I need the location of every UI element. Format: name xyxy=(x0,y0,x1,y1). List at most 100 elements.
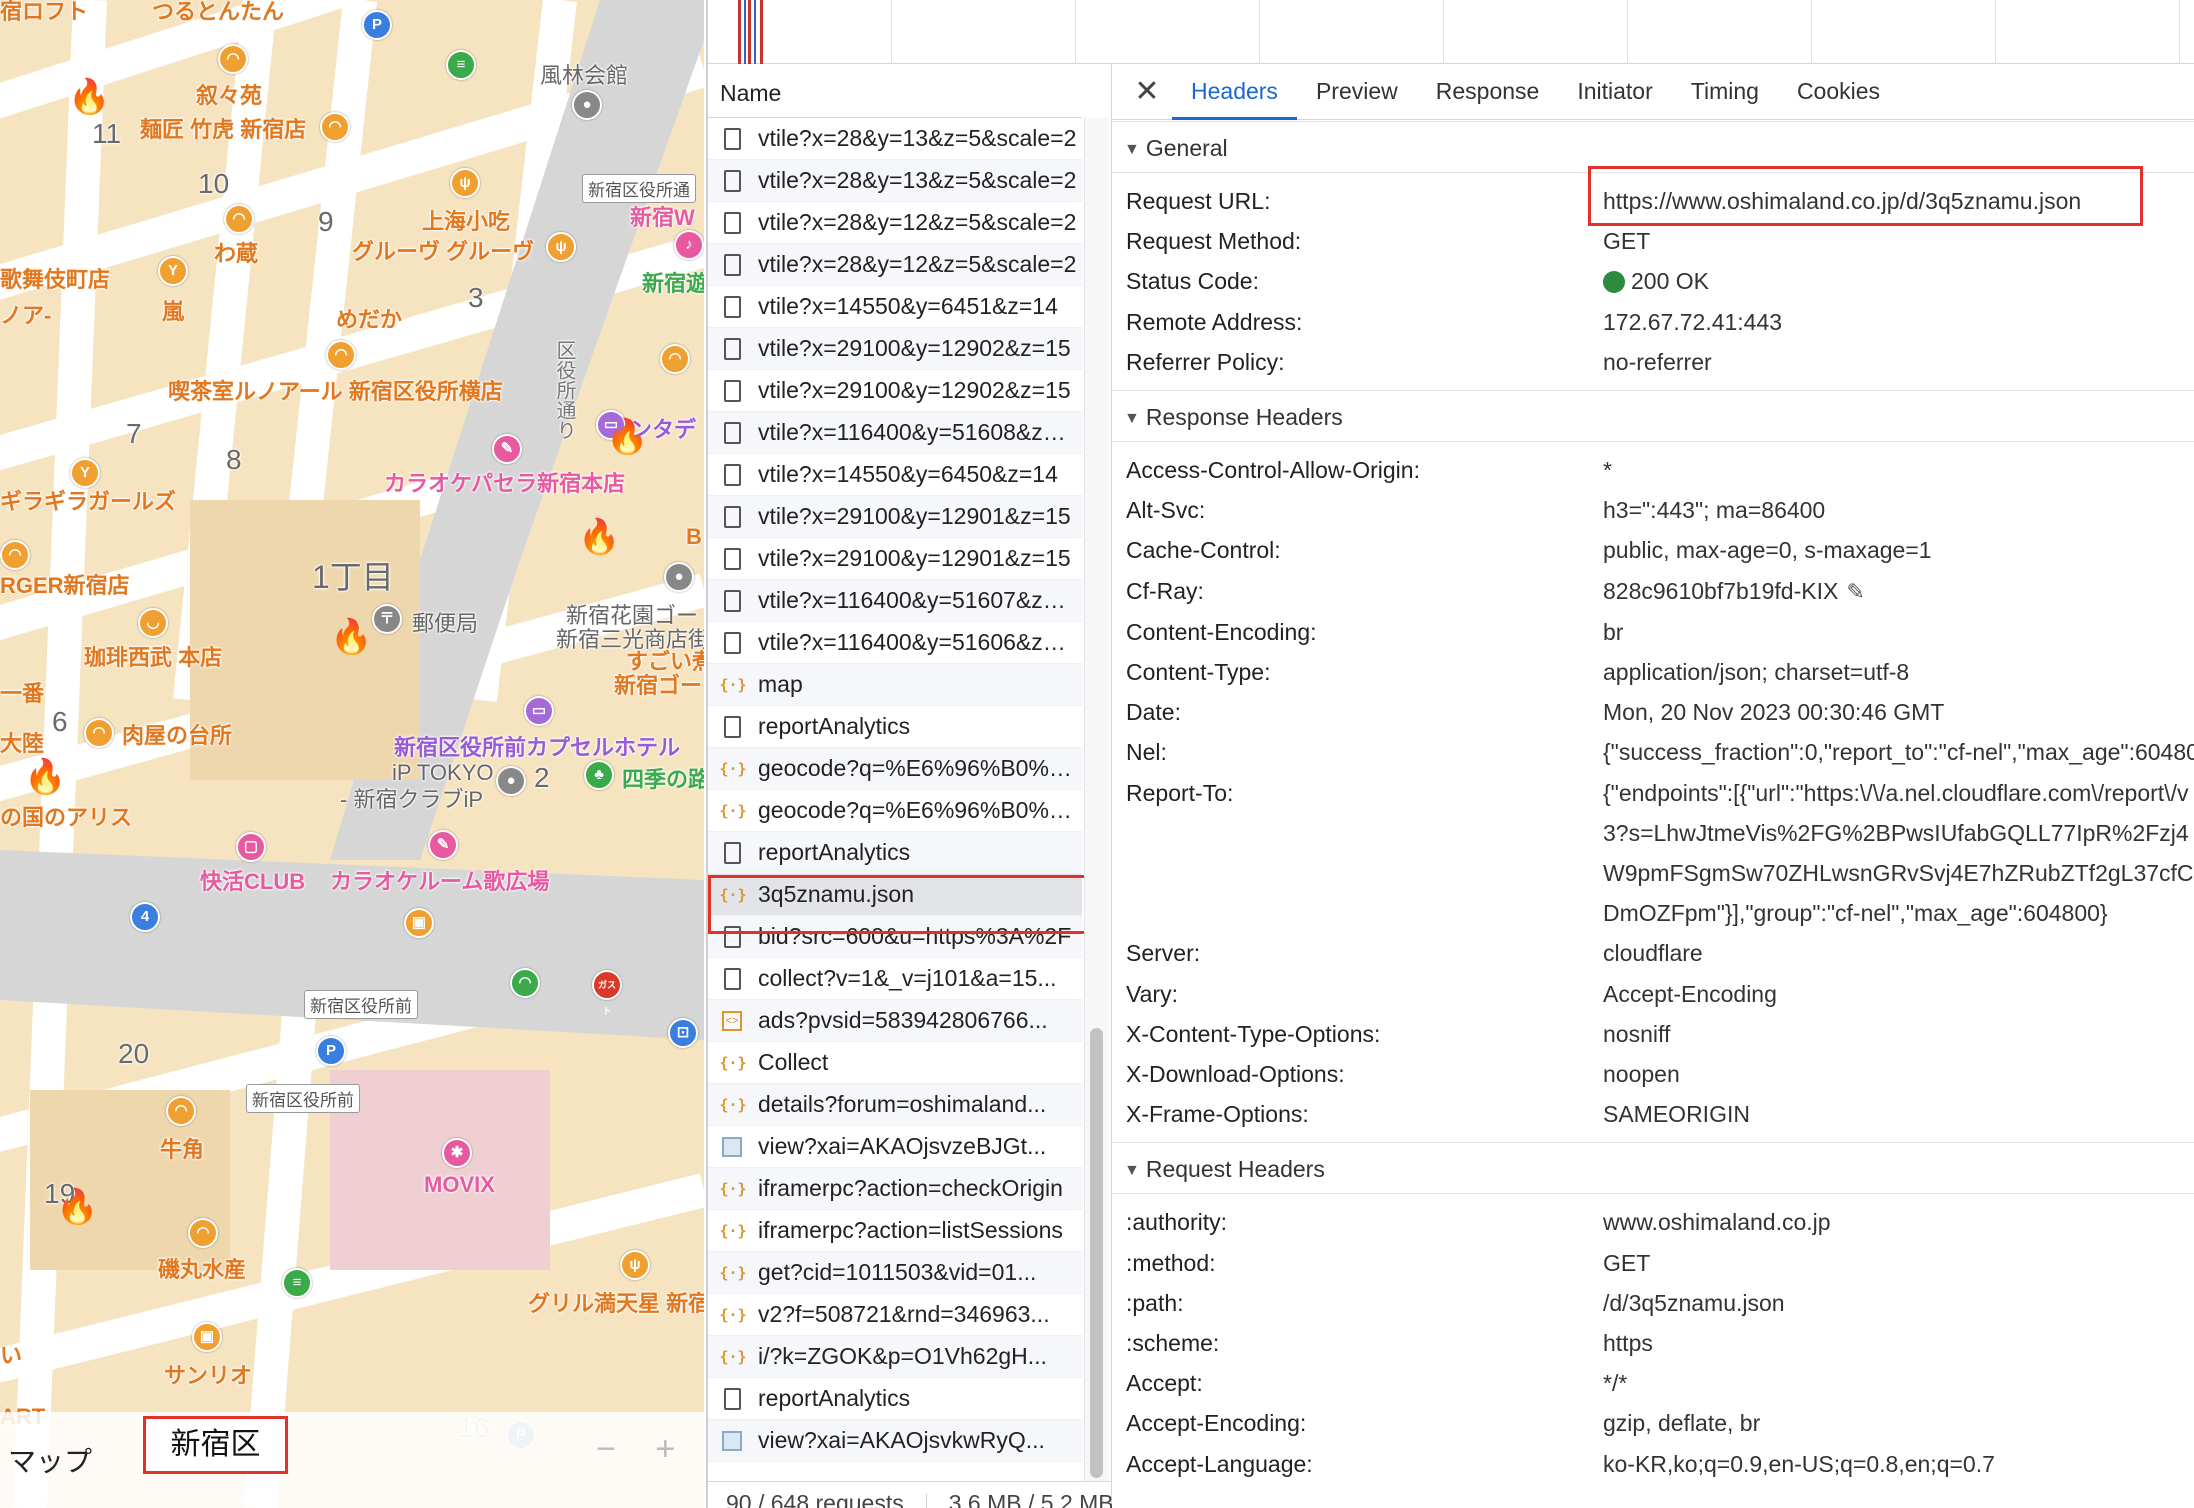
bar-icon[interactable]: ψ xyxy=(546,232,576,262)
header-value[interactable]: 200 OK xyxy=(1603,261,1709,301)
request-row[interactable]: {·} geocode?q=%E6%96%B0%E5%AE%BF xyxy=(708,790,1082,832)
header-value[interactable]: www.oshimaland.co.jp xyxy=(1603,1202,1831,1242)
request-row[interactable]: vtile?x=116400&y=51606&z=17 xyxy=(708,622,1082,664)
header-value[interactable]: h3=":443"; ma=86400 xyxy=(1603,490,1825,530)
map-view[interactable]: 宿ロフト つるとんたん 風林会館 叙々苑 麺匠 竹虎 新宿店 新宿区役所通 新宿… xyxy=(0,0,704,1508)
bar-icon[interactable]: Y xyxy=(158,256,188,286)
collapse-triangle-icon[interactable]: ▼ xyxy=(1124,410,1140,428)
game-icon[interactable]: ▢ xyxy=(236,832,266,862)
request-row[interactable]: collect?v=1&_v=j101&a=15... xyxy=(708,958,1082,1000)
header-value[interactable]: {"endpoints":[{"url":"https:\/\/a.nel.cl… xyxy=(1603,773,2194,934)
request-row[interactable]: {·} geocode?q=%E6%96%B0%E5%AE%BF xyxy=(708,748,1082,790)
restaurant-icon[interactable]: ◠ xyxy=(326,340,356,370)
restaurant-icon[interactable]: ◠ xyxy=(218,44,248,74)
station-icon[interactable]: ≡ xyxy=(446,50,476,80)
place-icon[interactable]: ● xyxy=(572,90,602,120)
header-value[interactable]: nosniff xyxy=(1603,1014,1670,1054)
gusto-icon[interactable]: ガスト xyxy=(592,970,622,1016)
header-value[interactable]: Mon, 20 Nov 2023 00:30:46 GMT xyxy=(1603,692,1944,732)
close-details-button[interactable]: ✕ xyxy=(1122,64,1172,119)
header-value[interactable]: public, max-age=0, s-maxage=1 xyxy=(1603,530,1932,570)
header-value[interactable]: 172.67.72.41:443 xyxy=(1603,302,1782,342)
restaurant-icon[interactable]: ◠ xyxy=(224,204,254,234)
request-row-selected[interactable]: {·} 3q5znamu.json xyxy=(708,874,1082,916)
header-value[interactable]: /d/3q5znamu.json xyxy=(1603,1283,1785,1323)
request-list[interactable]: vtile?x=28&y=13&z=5&scale=2 vtile?x=28&y=… xyxy=(708,118,1082,1462)
restaurant-icon[interactable]: ◠ xyxy=(188,1218,218,1248)
request-row[interactable]: vtile?x=28&y=13&z=5&scale=2 xyxy=(708,160,1082,202)
restaurant-icon[interactable]: ψ xyxy=(450,168,480,198)
request-list-scrollbar[interactable] xyxy=(1084,118,1108,1481)
request-headers-section-header[interactable]: ▼ Request Headers xyxy=(1112,1142,2194,1195)
trending-fire-icon[interactable]: 🔥 xyxy=(330,620,372,654)
request-row[interactable]: vtile?x=29100&y=12902&z=15 xyxy=(708,370,1082,412)
header-value[interactable]: {"success_fraction":0,"report_to":"cf-ne… xyxy=(1603,732,2194,772)
bar-icon[interactable]: Y xyxy=(70,458,100,488)
header-value[interactable]: GET xyxy=(1603,221,1650,261)
request-row[interactable]: vtile?x=14550&y=6450&z=14 xyxy=(708,454,1082,496)
request-row[interactable]: vtile?x=28&y=13&z=5&scale=2 xyxy=(708,118,1082,160)
place-icon[interactable]: ● xyxy=(496,766,526,796)
restaurant-icon[interactable]: ◠ xyxy=(0,540,30,570)
scrollbar-thumb[interactable] xyxy=(1090,1028,1103,1478)
trending-fire-icon[interactable]: 🔥 xyxy=(56,1190,98,1224)
request-row[interactable]: vtile?x=28&y=12&z=5&scale=2 xyxy=(708,244,1082,286)
cafe-icon[interactable]: ◡ xyxy=(138,608,168,638)
collapse-triangle-icon[interactable]: ▼ xyxy=(1124,141,1140,159)
request-row[interactable]: vtile?x=116400&y=51607&z=17 xyxy=(708,580,1082,622)
restaurant-icon[interactable]: ◠ xyxy=(166,1096,196,1126)
restaurant-icon[interactable]: ψ xyxy=(620,1250,650,1280)
zoom-out-button[interactable]: − xyxy=(596,1430,616,1468)
request-row[interactable]: {·} i/?k=ZGOK&p=O1Vh62gH... xyxy=(708,1336,1082,1378)
shopping-icon[interactable]: ▣ xyxy=(192,1322,222,1352)
trending-fire-icon[interactable]: 🔥 xyxy=(24,760,66,794)
post-office-icon[interactable]: 〒 xyxy=(372,604,402,634)
request-row[interactable]: {·} details?forum=oshimaland... xyxy=(708,1084,1082,1126)
restaurant-icon[interactable]: ◠ xyxy=(660,344,690,374)
pencil-icon[interactable]: ✎ xyxy=(1846,579,1864,604)
header-value[interactable]: SAMEORIGIN xyxy=(1603,1094,1750,1134)
header-value[interactable]: */* xyxy=(1603,1363,1627,1403)
name-column-header[interactable]: Name xyxy=(708,64,1082,118)
header-value[interactable]: gzip, deflate, br xyxy=(1603,1403,1760,1443)
request-row[interactable]: vtile?x=29100&y=12901&z=15 xyxy=(708,538,1082,580)
header-value[interactable]: cloudflare xyxy=(1603,933,1703,973)
zoom-controls[interactable]: − + xyxy=(596,1430,675,1469)
parking-icon[interactable]: P xyxy=(362,10,392,40)
place-icon[interactable]: ● xyxy=(664,562,694,592)
request-row[interactable]: <> ads?pvsid=583942806766... xyxy=(708,1000,1082,1042)
karaoke-icon[interactable]: ✎ xyxy=(492,434,522,464)
restaurant-icon[interactable]: ◠ xyxy=(84,718,114,748)
transit-icon[interactable]: ⊡ xyxy=(668,1018,698,1048)
request-row[interactable]: {·} Collect xyxy=(708,1042,1082,1084)
header-value[interactable]: Accept-Encoding xyxy=(1603,974,1777,1014)
request-row[interactable]: {·} iframerpc?action=listSessions xyxy=(708,1210,1082,1252)
collapse-triangle-icon[interactable]: ▼ xyxy=(1124,1162,1140,1180)
music-icon[interactable]: ♪ xyxy=(674,230,704,260)
cinema-icon[interactable]: ✱ xyxy=(442,1138,472,1168)
request-row[interactable]: reportAnalytics xyxy=(708,1378,1082,1420)
restaurant-icon[interactable]: ◠ xyxy=(510,968,540,998)
header-value[interactable]: 828c9610bf7b19fd-KIX ✎ xyxy=(1603,571,1865,612)
parking-icon[interactable]: P xyxy=(316,1036,346,1066)
response-headers-section-header[interactable]: ▼ Response Headers xyxy=(1112,390,2194,443)
shopping-icon[interactable]: ▣ xyxy=(404,908,434,938)
request-row[interactable]: reportAnalytics xyxy=(708,832,1082,874)
park-icon[interactable]: ♣ xyxy=(584,760,614,790)
restaurant-icon[interactable]: ◠ xyxy=(320,112,350,142)
tab-headers[interactable]: Headers xyxy=(1172,64,1297,120)
request-row[interactable]: vtile?x=29100&y=12902&z=15 xyxy=(708,328,1082,370)
request-row[interactable]: {·} map xyxy=(708,664,1082,706)
karaoke-icon[interactable]: ✎ xyxy=(428,830,458,860)
tab-initiator[interactable]: Initiator xyxy=(1558,64,1671,119)
trending-fire-icon[interactable]: 🔥 xyxy=(68,80,110,114)
header-value[interactable]: noopen xyxy=(1603,1054,1680,1094)
general-section-header[interactable]: ▼ General xyxy=(1112,121,2194,173)
hotel-icon[interactable]: ▭ xyxy=(524,696,554,726)
request-row[interactable]: vtile?x=14550&y=6451&z=14 xyxy=(708,286,1082,328)
request-row[interactable]: bid?src=600&u=https%3A%2F xyxy=(708,916,1082,958)
tab-cookies[interactable]: Cookies xyxy=(1778,64,1899,119)
header-value[interactable]: no-referrer xyxy=(1603,342,1712,382)
request-row[interactable]: vtile?x=29100&y=12901&z=15 xyxy=(708,496,1082,538)
header-value[interactable]: br xyxy=(1603,612,1623,652)
